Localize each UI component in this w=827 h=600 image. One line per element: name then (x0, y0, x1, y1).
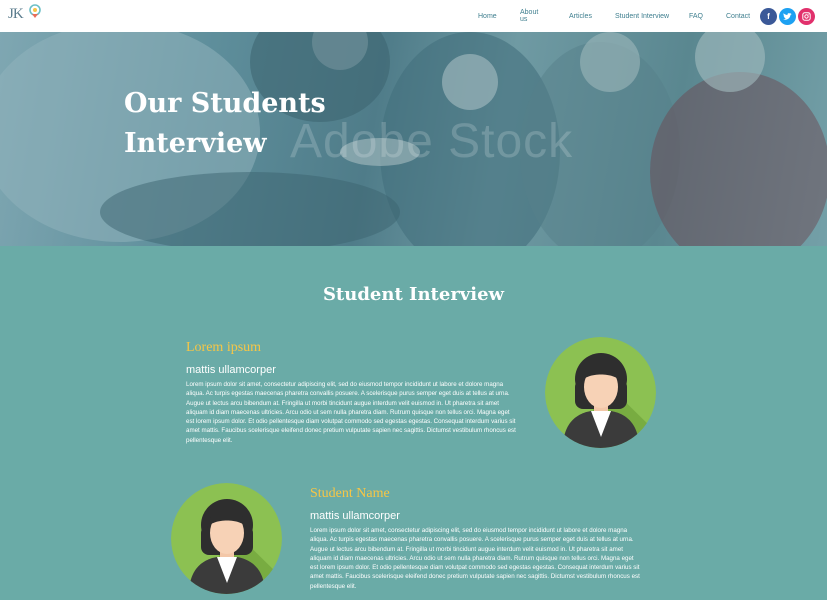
card-1-subheading: mattis ullamcorper (186, 364, 276, 376)
student-avatar-2 (171, 483, 282, 594)
student-avatar-icon (171, 483, 282, 594)
nav-link-student-interview[interactable]: Student Interview (615, 13, 669, 20)
nav-link-contact[interactable]: Contact (726, 13, 750, 20)
student-avatar-1 (545, 337, 656, 448)
hero-title: Our Students Interview (124, 84, 326, 164)
nav-link-articles[interactable]: Articles (569, 13, 592, 20)
card-1-heading: Lorem ipsum (186, 340, 262, 355)
card-2-heading: Student Name (310, 486, 390, 501)
nav-link-about-us[interactable]: About us (520, 9, 538, 23)
hero-title-line-2: Interview (124, 128, 267, 159)
twitter-icon[interactable] (779, 8, 796, 25)
social-links: f (760, 8, 815, 25)
site-logo[interactable]: JK (8, 4, 44, 28)
top-navigation-bar: JK Home About us Articles Student Interv… (0, 0, 827, 32)
nav-link-home[interactable]: Home (478, 13, 497, 20)
stock-watermark: Adobe Stock (290, 115, 574, 168)
student-avatar-icon (545, 337, 656, 448)
facebook-icon[interactable]: f (760, 8, 777, 25)
card-2-body: Lorem ipsum dolor sit amet, consectetur … (310, 527, 640, 590)
hero-banner: Adobe Stock Our Students Interview (0, 32, 827, 246)
hero-title-line-1: Our Students (124, 88, 326, 119)
card-2-subheading: mattis ullamcorper (310, 510, 400, 522)
section-title: Student Interview (322, 284, 505, 305)
logo-text: JK (8, 6, 24, 22)
card-1-body: Lorem ipsum dolor sit amet, consectetur … (186, 381, 516, 444)
instagram-icon[interactable] (798, 8, 815, 25)
location-pin-icon (29, 4, 41, 18)
nav-link-faq[interactable]: FAQ (689, 13, 703, 20)
